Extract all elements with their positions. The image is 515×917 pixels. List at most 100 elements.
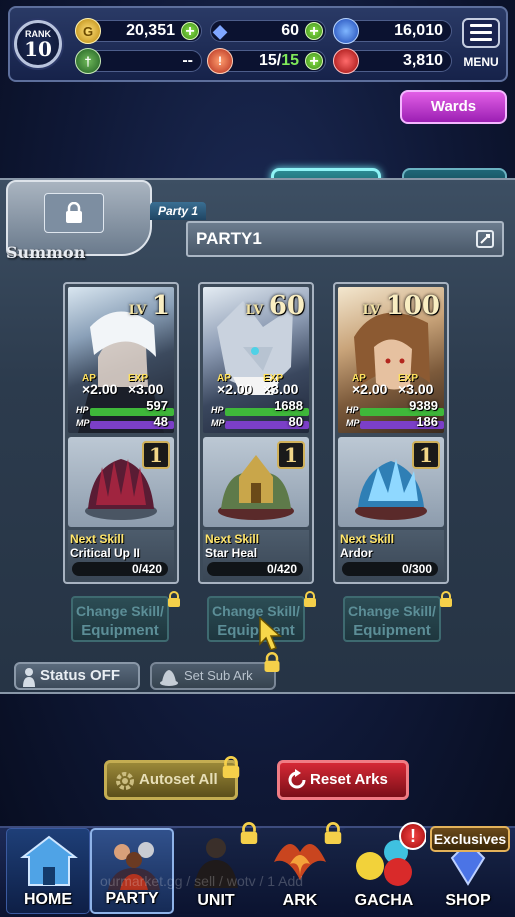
ark-level: 1 [412, 441, 440, 469]
exclusives-badge[interactable]: Exclusives [430, 826, 510, 852]
stamina-value: 15/ [258, 52, 282, 69]
mp-label: MP [346, 418, 360, 428]
mp-label: MP [76, 418, 90, 428]
set-sub-ark-label: Set Sub Ark [184, 668, 253, 683]
hp-label: HP [211, 405, 224, 415]
unit-level: 60 [268, 291, 305, 321]
reset-icon [288, 769, 306, 789]
pointer-cursor-icon [259, 616, 282, 650]
summon-lock-slot[interactable] [44, 193, 104, 233]
next-skill-name: Ardor [340, 546, 373, 560]
menu-label: MENU [463, 55, 499, 69]
unit-slot-3[interactable]: LV 100 AP ×2.00 EXP ×3.00 HP 9389 MP 186 1… [333, 282, 449, 584]
skill-progress: 0/420 [207, 562, 303, 576]
exp-multiplier: ×3.00 [398, 381, 434, 397]
skill-progress: 0/420 [72, 562, 168, 576]
unit-slot-2[interactable]: LV 60 AP ×2.00 EXP ×3.00 HP 1688 MP 80 1 N… [198, 282, 314, 584]
lapis-value: 16,010 [394, 22, 443, 39]
wards-button[interactable]: Wards [400, 90, 507, 124]
autoset-all-label: Autoset All [139, 771, 218, 788]
mp-value: 48 [153, 414, 168, 429]
ap-multiplier: ×2.00 [82, 381, 118, 397]
unit-level: 100 [385, 291, 440, 321]
ark-slot[interactable]: 1 [338, 437, 444, 527]
status-toggle-button[interactable]: Status OFF [14, 662, 140, 690]
gear-icon [116, 772, 134, 790]
lock-icon [66, 202, 82, 223]
nav-unit-label: UNIT [197, 892, 235, 909]
add-gil-button[interactable]: + [181, 22, 199, 40]
lv-prefix: LV [362, 303, 381, 318]
person-icon [23, 668, 35, 687]
menu-button[interactable] [462, 18, 500, 48]
reset-arks-label: Reset Arks [310, 771, 388, 788]
lv-prefix: LV [245, 303, 264, 318]
next-skill-label: Next Skill [205, 532, 260, 546]
ark-slot[interactable]: 1 [68, 437, 174, 527]
party-name: PARTY1 [196, 229, 262, 248]
set-sub-ark-button[interactable]: Set Sub Ark [150, 662, 276, 690]
change-skill-button-1[interactable]: Change Skill/ Equipment [71, 596, 169, 642]
change-skill-line2: Equipment [217, 622, 295, 639]
crystal-icon: ◆ [213, 20, 227, 41]
ark-icon [160, 670, 178, 686]
lock-icon [264, 652, 280, 672]
visiore-value: 60 [281, 22, 299, 39]
hp-label: HP [76, 405, 89, 415]
gil-value: 20,351 [126, 22, 175, 39]
gil-counter: G 20,351 + [75, 18, 202, 44]
hp-value: 597 [146, 398, 168, 413]
lapis-counter: 16,010 [333, 18, 452, 44]
watermark: ourmarket.gg / sell / wotv / 1 Add [100, 873, 304, 889]
next-skill-name: Critical Up II [70, 546, 141, 560]
ark-slot[interactable]: 1 [203, 437, 309, 527]
skill-progress: 0/300 [342, 562, 438, 576]
blood-counter: 3,810 [333, 48, 452, 74]
mp-value: 80 [288, 414, 303, 429]
unit-portrait[interactable]: LV 1 AP ×2.00 EXP ×3.00 HP 597 MP 48 [68, 287, 174, 433]
change-skill-line2: Equipment [81, 622, 159, 639]
rank-badge[interactable]: RANK 10 [14, 20, 62, 68]
unit-portrait[interactable]: LV 100 AP ×2.00 EXP ×3.00 HP 9389 MP 186 [338, 287, 444, 433]
blood-value: 3,810 [402, 52, 443, 69]
visiore-counter: ◆ 60 + [210, 20, 326, 42]
menu-icon [470, 24, 492, 27]
change-skill-button-2[interactable]: Change Skill/ Equipment [207, 596, 305, 642]
autoset-all-button[interactable]: Autoset All [104, 760, 238, 800]
next-skill-name: Star Heal [205, 546, 258, 560]
reset-arks-button[interactable]: Reset Arks [277, 760, 409, 800]
party-name-bar[interactable]: PARTY1 [186, 221, 504, 257]
hp-value: 1688 [274, 398, 303, 413]
lock-icon [324, 822, 342, 844]
lock-icon [440, 591, 452, 607]
ap-multiplier: ×2.00 [217, 381, 253, 397]
change-skill-button-3[interactable]: Change Skill/ Equipment [343, 596, 441, 642]
unit-portrait[interactable]: LV 60 AP ×2.00 EXP ×3.00 HP 1688 MP 80 [203, 287, 309, 433]
stamina-max: 15 [281, 52, 299, 69]
add-stamina-button[interactable]: + [305, 52, 323, 70]
unit-level: 1 [151, 291, 170, 321]
add-visiore-button[interactable]: + [305, 22, 323, 40]
change-skill-line1: Change Skill/ [212, 603, 300, 619]
ap-multiplier: ×2.00 [352, 381, 388, 397]
status-toggle-label: Status OFF [40, 667, 121, 684]
nav-party-label: PARTY [105, 890, 159, 907]
edit-icon[interactable] [476, 230, 494, 248]
nav-ark-label: ARK [282, 892, 318, 909]
nav-gacha-label: GACHA [354, 892, 414, 909]
nav-home[interactable]: HOME [6, 828, 90, 914]
next-skill-box: Next Skill Critical Up II 0/420 [68, 530, 174, 580]
party-tab[interactable]: Party 1 [150, 202, 206, 220]
lock-icon [222, 756, 240, 778]
next-skill-label: Next Skill [340, 532, 395, 546]
nav-party[interactable]: PARTY [90, 828, 174, 914]
unit-slot-1[interactable]: LV 1 AP ×2.00 EXP ×3.00 HP 597 MP 48 1 Nex… [63, 282, 179, 584]
exp-multiplier: ×3.00 [128, 381, 164, 397]
stamina-icon: ! [207, 48, 233, 74]
next-skill-label: Next Skill [70, 532, 125, 546]
hp-value: 9389 [409, 398, 438, 413]
sword-icon: † [75, 48, 101, 74]
ark-level: 1 [277, 441, 305, 469]
change-skill-line2: Equipment [353, 622, 431, 639]
summon-label: Summon [6, 243, 86, 262]
